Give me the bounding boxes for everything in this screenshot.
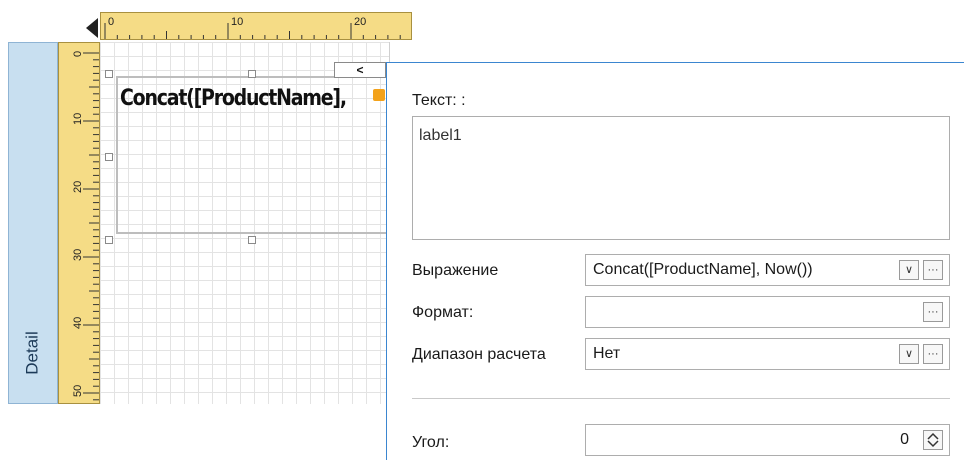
ruler-label: 50 [72,385,84,397]
section-label-text: Detail [23,331,42,375]
angle-spin-field[interactable]: 0 [585,424,950,456]
range-field-value: Нет [593,345,621,362]
ruler-label: 40 [72,317,84,329]
range-field[interactable]: Нет ∨ ··· [585,338,950,370]
ruler-label: 30 [72,249,84,261]
expression-property-label: Выражение [412,262,499,279]
range-ellipsis-button[interactable]: ··· [923,344,943,364]
resize-handle-top-left[interactable] [105,70,113,78]
vertical-ruler: 0 10 20 30 40 50 [58,42,100,404]
angle-property-label: Угол: [412,434,450,451]
ruler-label: 20 [72,181,84,193]
properties-divider [412,398,950,399]
range-property-label: Диапазон расчета [412,346,546,363]
horizontal-ruler-ticks: 010203040 [104,16,401,39]
ruler-label: 10 [231,16,243,28]
ruler-label: 0 [108,16,114,28]
resize-handle-middle-left[interactable] [105,153,113,161]
collapse-popup-button[interactable]: < [334,62,386,78]
text-property-input[interactable]: label1 [412,116,950,240]
ruler-label: 20 [354,16,366,28]
ruler-corner-arrow-icon[interactable] [86,18,98,38]
spin-updown-icon [927,432,939,448]
angle-spin-button[interactable] [923,430,943,450]
ruler-label: 10 [72,113,84,125]
label-expression-text: Concat([ProductName], N [120,86,348,111]
resize-handle-top-center[interactable] [248,70,256,78]
format-field[interactable]: ··· [585,296,950,328]
resize-handle-bottom-center[interactable] [248,236,256,244]
text-property-label: Текст: : [412,92,466,109]
expression-ellipsis-button[interactable]: ··· [923,260,943,280]
expression-field-value: Concat([ProductName], Now()) [593,261,813,278]
resize-handle-bottom-left[interactable] [105,236,113,244]
format-ellipsis-button[interactable]: ··· [923,302,943,322]
angle-field-value: 0 [900,431,909,448]
smart-tag-icon[interactable] [373,89,385,101]
vertical-ruler-ticks: 0 10 20 30 40 50 [72,51,99,401]
detail-section-band[interactable]: Detail [8,42,58,404]
expression-field[interactable]: Concat([ProductName], Now()) ∨ ··· [585,254,950,286]
horizontal-ruler: 010203040 [100,12,412,40]
expression-dropdown-button[interactable]: ∨ [899,260,919,280]
range-dropdown-button[interactable]: ∨ [899,344,919,364]
section-label: Detail [13,313,53,393]
ruler-label: 0 [72,51,84,57]
format-property-label: Формат: [412,304,474,321]
